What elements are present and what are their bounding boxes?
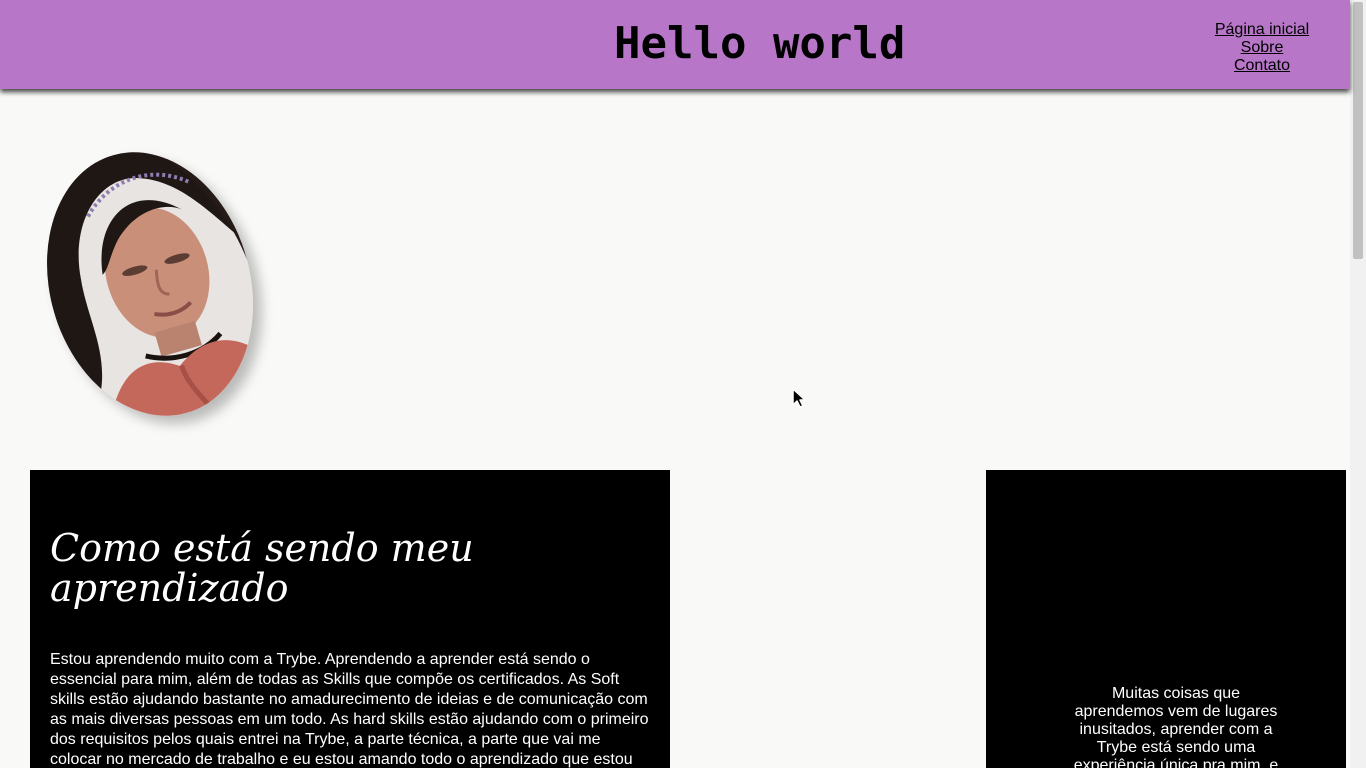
nav-link-contact[interactable]: Contato (1192, 57, 1332, 75)
experience-card: Muitas coisas que aprendemos vem de luga… (986, 470, 1346, 768)
learning-card: Como está sendo meu aprendizado Estou ap… (30, 470, 670, 768)
learning-description: Estou aprendendo muito com a Trybe. Apre… (50, 651, 649, 768)
nav-link-home[interactable]: Página inicial (1192, 21, 1332, 39)
mouse-cursor-icon (792, 388, 806, 408)
page-title: Hello world (614, 18, 906, 69)
nav-link-about[interactable]: Sobre (1192, 39, 1332, 57)
profile-photo-image (16, 127, 284, 441)
page-header: Hello world Página inicial Sobre Contato (0, 0, 1350, 89)
profile-photo (16, 127, 284, 441)
experience-description: Muitas coisas que aprendemos vem de luga… (1073, 685, 1279, 768)
scrollbar-thumb[interactable] (1353, 2, 1363, 259)
vertical-scrollbar[interactable] (1350, 0, 1366, 768)
main-navigation: Página inicial Sobre Contato (1192, 21, 1332, 75)
learning-title: Como está sendo meu aprendizado (50, 526, 474, 610)
